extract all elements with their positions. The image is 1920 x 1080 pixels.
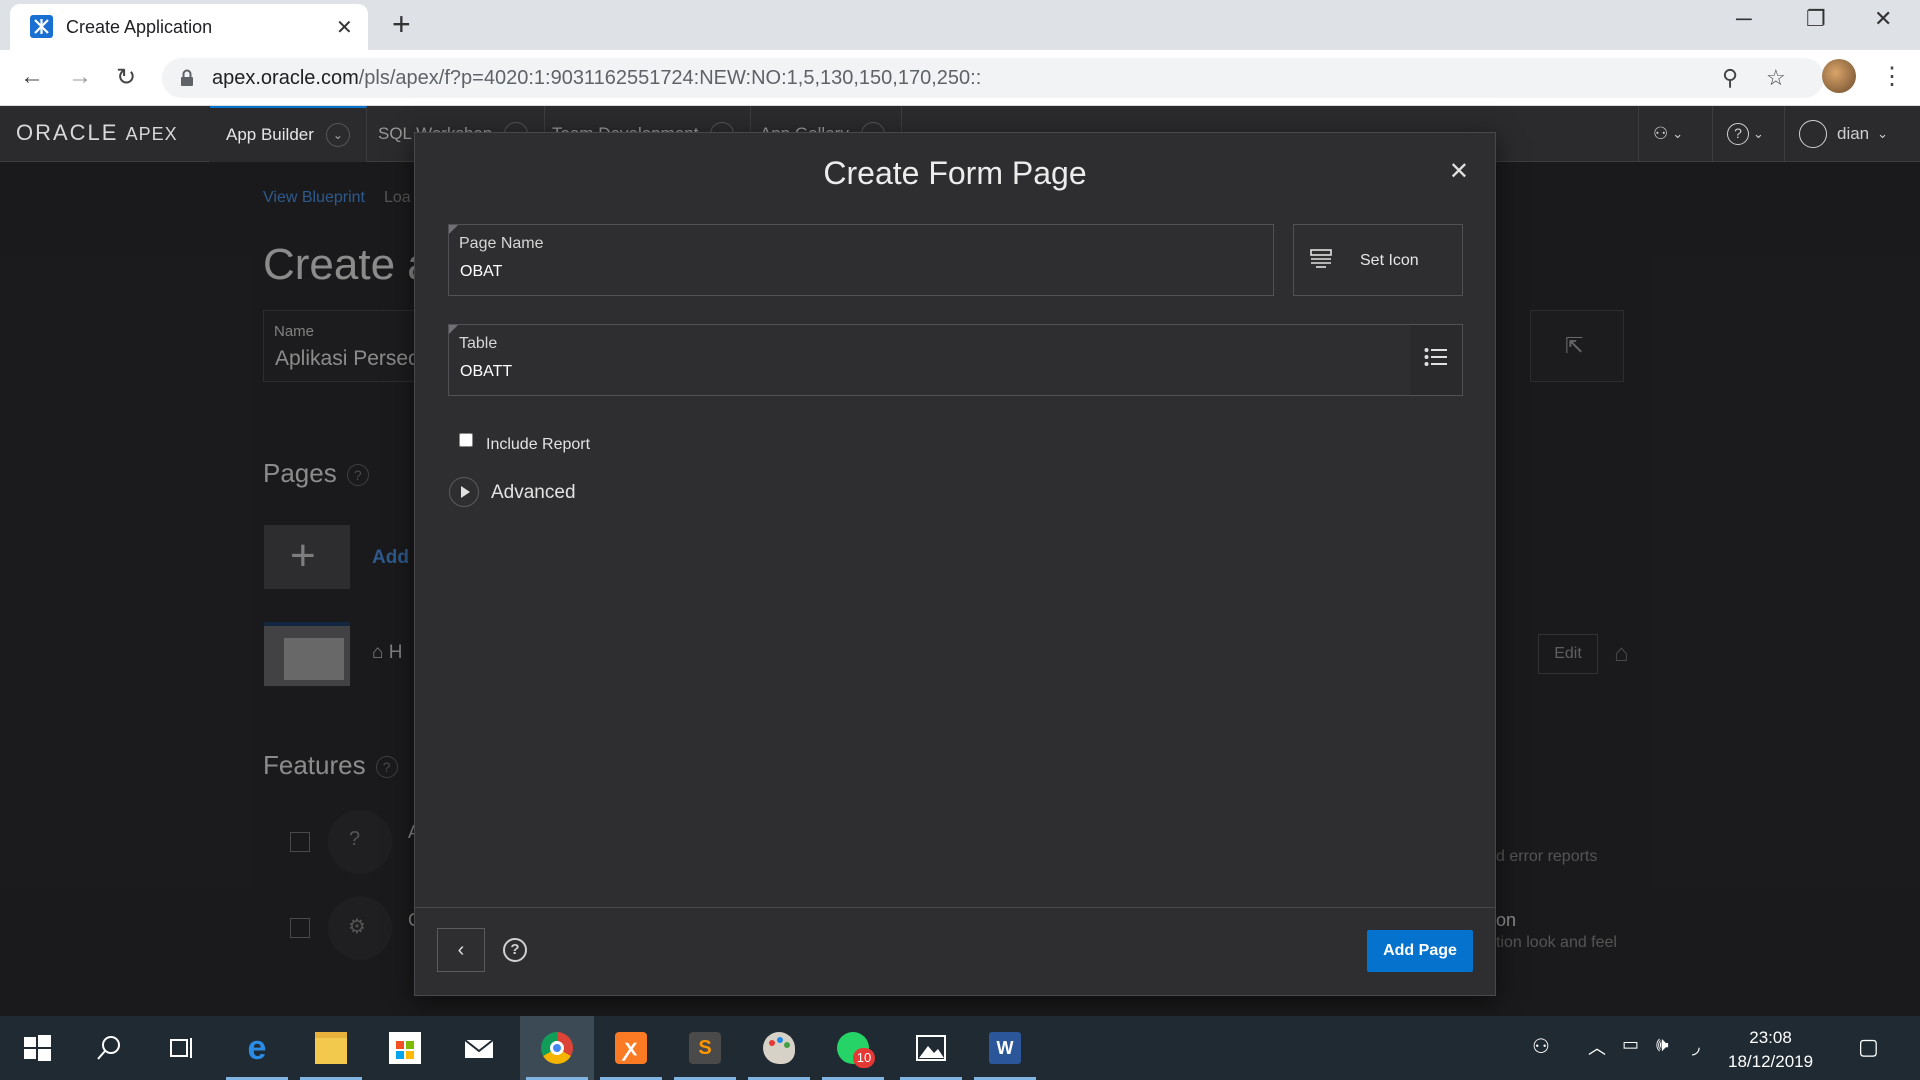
mail-app[interactable] bbox=[442, 1016, 516, 1080]
table-field[interactable]: Table OBATT bbox=[448, 324, 1463, 396]
windows-logo-icon bbox=[24, 1035, 51, 1061]
new-tab-icon[interactable]: + bbox=[392, 8, 411, 40]
browser-tab[interactable]: Create Application ✕ bbox=[10, 4, 368, 50]
bookmark-star-icon[interactable]: ☆ bbox=[1766, 65, 1786, 91]
list-icon bbox=[1424, 348, 1447, 366]
create-form-page-dialog: Create Form Page ✕ Page Name OBAT Set Ic… bbox=[414, 132, 1496, 996]
include-report-checkbox[interactable] bbox=[459, 433, 473, 447]
add-page-button[interactable]: Add Page bbox=[1367, 930, 1473, 972]
paint-app[interactable] bbox=[742, 1016, 816, 1080]
table-label: Table bbox=[459, 335, 498, 352]
tab-title: Create Application bbox=[66, 17, 213, 37]
help-icon: ? bbox=[1727, 123, 1749, 145]
people-icon[interactable]: ⚇ bbox=[1532, 1034, 1550, 1059]
back-button[interactable]: ‹ bbox=[437, 928, 485, 972]
action-center-icon[interactable]: ▢ bbox=[1858, 1034, 1879, 1060]
chrome-icon bbox=[541, 1032, 573, 1064]
task-view-icon bbox=[170, 1038, 192, 1058]
back-arrow-icon[interactable]: ← bbox=[20, 63, 44, 91]
minimize-icon[interactable]: ─ bbox=[1736, 6, 1752, 32]
tab-close-icon[interactable]: ✕ bbox=[336, 15, 353, 40]
address-bar[interactable]: apex.oracle.com/pls/apex/f?p=4020:1:9031… bbox=[162, 58, 1824, 98]
table-input[interactable]: OBATT bbox=[460, 363, 512, 381]
window-close-icon[interactable]: ✕ bbox=[1874, 6, 1892, 32]
apex-favicon-icon bbox=[30, 15, 53, 38]
admin-menu[interactable]: ⚇ ⌄ bbox=[1638, 106, 1697, 162]
mail-icon bbox=[464, 1039, 494, 1058]
dialog-title: Create Form Page bbox=[823, 155, 1087, 191]
browser-tab-strip: Create Application ✕ + ─ ❐ ✕ bbox=[0, 0, 1920, 50]
store-icon bbox=[389, 1032, 421, 1064]
photos-app[interactable] bbox=[894, 1016, 968, 1080]
battery-icon[interactable]: ▭ bbox=[1622, 1034, 1639, 1055]
user-admin-icon: ⚇ bbox=[1653, 124, 1669, 143]
store-app[interactable] bbox=[368, 1016, 442, 1080]
reload-icon[interactable]: ↻ bbox=[116, 63, 136, 92]
palette-icon bbox=[763, 1032, 795, 1064]
advanced-expand-icon[interactable] bbox=[449, 477, 479, 507]
url-text: apex.oracle.com/pls/apex/f?p=4020:1:9031… bbox=[212, 67, 982, 89]
search-icon bbox=[97, 1036, 120, 1060]
dialog-footer: ‹ ? Add Page bbox=[415, 907, 1495, 995]
chevron-down-icon: ⌄ bbox=[1877, 126, 1889, 141]
restore-icon[interactable]: ❐ bbox=[1806, 6, 1826, 32]
chrome-app[interactable] bbox=[520, 1016, 594, 1080]
browser-toolbar: ← → ↻ apex.oracle.com/pls/apex/f?p=4020:… bbox=[0, 50, 1920, 106]
word-app[interactable]: W bbox=[968, 1016, 1042, 1080]
zoom-icon[interactable]: ⚲ bbox=[1722, 65, 1738, 91]
word-icon: W bbox=[989, 1032, 1021, 1064]
whatsapp-app[interactable]: 10 bbox=[816, 1016, 890, 1080]
lock-icon bbox=[181, 69, 193, 86]
xampp-icon: ꭗ bbox=[615, 1032, 647, 1064]
sublime-app[interactable]: S bbox=[668, 1016, 742, 1080]
photos-icon bbox=[916, 1035, 946, 1061]
windows-taskbar: e ꭗ S 10 W ⚇ ︿ ▭ 🕪 ◞ 23:08 18/12/2019 ▢ bbox=[0, 1016, 1920, 1080]
chevron-down-icon: ⌄ bbox=[1672, 126, 1684, 141]
table-lov-button[interactable] bbox=[1410, 325, 1462, 395]
nav-app-builder[interactable]: App Builder ⌄ bbox=[210, 106, 367, 162]
edge-app[interactable]: e bbox=[220, 1016, 294, 1080]
whatsapp-icon: 10 bbox=[837, 1032, 875, 1068]
search-button[interactable] bbox=[72, 1016, 146, 1080]
page-name-label: Page Name bbox=[459, 235, 544, 252]
page-name-input[interactable]: OBAT bbox=[460, 263, 502, 281]
chrome-menu-icon[interactable]: ⋮ bbox=[1880, 62, 1904, 91]
help-menu[interactable]: ? ⌄ bbox=[1712, 106, 1778, 162]
set-icon-button[interactable]: Set Icon bbox=[1293, 224, 1463, 296]
task-view-button[interactable] bbox=[144, 1016, 218, 1080]
notification-badge: 10 bbox=[853, 1048, 875, 1068]
start-button[interactable] bbox=[0, 1016, 74, 1080]
file-explorer-app[interactable] bbox=[294, 1016, 368, 1080]
user-name: dian bbox=[1837, 124, 1870, 143]
user-avatar-icon bbox=[1799, 120, 1827, 148]
system-clock[interactable]: 23:08 18/12/2019 bbox=[1728, 1026, 1813, 1074]
include-report-label: Include Report bbox=[486, 436, 591, 453]
advanced-label[interactable]: Advanced bbox=[491, 482, 576, 504]
profile-avatar[interactable] bbox=[1822, 59, 1856, 93]
xampp-app[interactable]: ꭗ bbox=[594, 1016, 668, 1080]
close-icon[interactable]: ✕ bbox=[1449, 157, 1469, 186]
folder-icon bbox=[315, 1032, 347, 1064]
show-hidden-icons-icon[interactable]: ︿ bbox=[1588, 1034, 1606, 1060]
chevron-down-icon[interactable]: ⌄ bbox=[325, 123, 350, 147]
icon-picker-icon bbox=[1310, 249, 1332, 268]
oracle-apex-logo[interactable]: ORACLE APEX bbox=[16, 120, 178, 146]
chevron-left-icon: ‹ bbox=[457, 939, 465, 961]
edge-icon: e bbox=[247, 1029, 267, 1067]
volume-icon[interactable]: 🕪 bbox=[1656, 1034, 1669, 1057]
sublime-icon: S bbox=[689, 1032, 721, 1064]
help-icon[interactable]: ? bbox=[503, 938, 527, 962]
user-menu[interactable]: dian ⌄ bbox=[1784, 106, 1902, 162]
chevron-down-icon: ⌄ bbox=[1753, 126, 1764, 141]
wifi-icon[interactable]: ◞ bbox=[1692, 1034, 1700, 1059]
forward-arrow-icon[interactable]: → bbox=[68, 63, 92, 91]
page-name-field[interactable]: Page Name OBAT bbox=[448, 224, 1274, 296]
